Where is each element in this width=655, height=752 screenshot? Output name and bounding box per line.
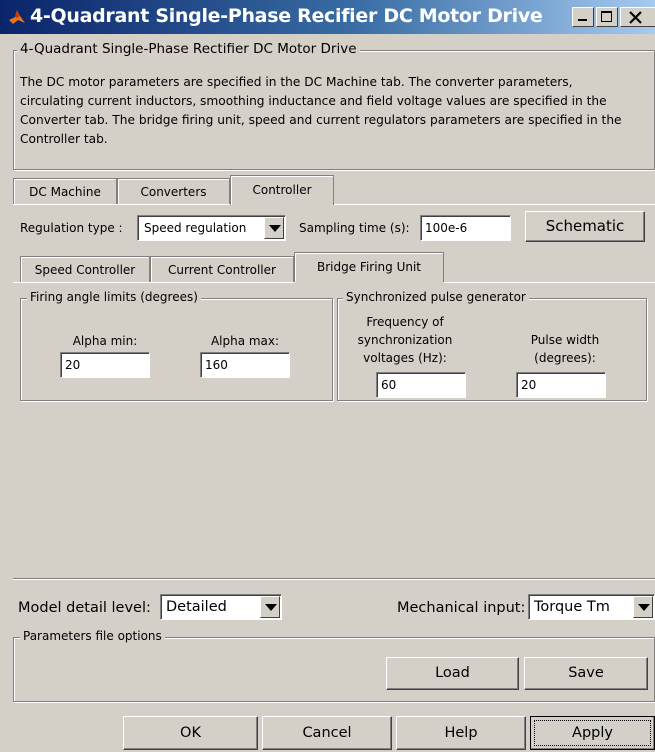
mechanical-input-value: Torque Tm bbox=[534, 599, 610, 615]
window-title: 4-Quadrant Single-Phase Recifier DC Moto… bbox=[30, 5, 543, 27]
mechanical-input-dropdown[interactable]: Torque Tm bbox=[528, 594, 655, 620]
maximize-icon bbox=[601, 11, 612, 22]
pulse-width-field[interactable]: 20 bbox=[516, 372, 606, 398]
title-bar[interactable]: 4-Quadrant Single-Phase Recifier DC Moto… bbox=[0, 0, 655, 34]
close-button[interactable] bbox=[620, 7, 655, 27]
firing-angle-group-label: Firing angle limits (degrees) bbox=[27, 290, 201, 304]
frequency-label-line: Frequency of bbox=[366, 315, 444, 329]
chevron-down-icon[interactable] bbox=[633, 596, 653, 618]
description-line: The DC motor parameters are specified in… bbox=[20, 75, 573, 89]
apply-button[interactable]: Apply bbox=[530, 716, 655, 750]
model-detail-value: Detailed bbox=[166, 599, 227, 615]
pulse-generator-group-label: Synchronized pulse generator bbox=[343, 290, 529, 304]
alpha-max-label: Alpha max: bbox=[210, 334, 280, 348]
chevron-down-icon[interactable] bbox=[264, 217, 284, 239]
regulation-type-dropdown[interactable]: Speed regulation bbox=[137, 215, 286, 241]
description-text: The DC motor parameters are specified in… bbox=[20, 73, 622, 149]
subtab-panel-edge bbox=[13, 282, 294, 283]
subtab-bridge-firing-unit[interactable]: Bridge Firing Unit bbox=[294, 252, 444, 282]
frequency-field[interactable]: 60 bbox=[376, 372, 466, 398]
subtab-current-controller[interactable]: Current Controller bbox=[150, 256, 294, 282]
load-button[interactable]: Load bbox=[386, 657, 519, 690]
tab-converters[interactable]: Converters bbox=[117, 178, 230, 204]
tab-panel-edge bbox=[13, 204, 230, 205]
panel-divider bbox=[13, 578, 655, 580]
close-icon bbox=[629, 11, 642, 24]
tab-controller[interactable]: Controller bbox=[230, 175, 334, 205]
regulation-type-label: Regulation type : bbox=[20, 221, 123, 235]
help-button[interactable]: Help bbox=[396, 716, 526, 750]
sampling-time-field[interactable]: 100e-6 bbox=[420, 215, 511, 241]
maximize-button[interactable] bbox=[596, 7, 618, 27]
subtab-speed-controller[interactable]: Speed Controller bbox=[20, 256, 150, 282]
description-line: Controller tab. bbox=[20, 132, 108, 146]
minimize-icon bbox=[578, 19, 587, 21]
matlab-logo-icon bbox=[9, 10, 25, 24]
description-group-label: 4-Quadrant Single-Phase Rectifier DC Mot… bbox=[17, 41, 360, 57]
sampling-time-label: Sampling time (s): bbox=[299, 221, 410, 235]
parameters-file-group-label: Parameters file options bbox=[20, 629, 165, 643]
alpha-min-field[interactable]: 20 bbox=[60, 352, 150, 378]
ok-button[interactable]: OK bbox=[123, 716, 258, 750]
subtab-panel-edge bbox=[444, 282, 655, 283]
pulse-width-label: Pulse width (degrees): bbox=[510, 331, 620, 367]
tab-panel-edge bbox=[334, 204, 655, 205]
alpha-min-label: Alpha min: bbox=[72, 334, 138, 348]
alpha-max-field[interactable]: 160 bbox=[200, 352, 290, 378]
frequency-label-line: voltages (Hz): bbox=[363, 351, 447, 365]
mechanical-input-label: Mechanical input: bbox=[397, 600, 526, 616]
model-detail-label: Model detail level: bbox=[18, 600, 151, 616]
model-detail-dropdown[interactable]: Detailed bbox=[160, 594, 282, 620]
frequency-label-line: synchronization bbox=[357, 333, 453, 347]
regulation-type-value: Speed regulation bbox=[144, 221, 247, 235]
tab-dc-machine[interactable]: DC Machine bbox=[13, 178, 117, 204]
chevron-down-icon[interactable] bbox=[260, 596, 280, 618]
save-button[interactable]: Save bbox=[524, 657, 648, 690]
minimize-button[interactable] bbox=[572, 7, 594, 27]
pulse-width-label-line: Pulse width bbox=[530, 333, 600, 347]
description-line: circulating current inductors, smoothing… bbox=[20, 94, 607, 108]
pulse-width-label-line: (degrees): bbox=[534, 351, 596, 365]
cancel-button[interactable]: Cancel bbox=[262, 716, 392, 750]
schematic-button[interactable]: Schematic bbox=[525, 211, 645, 242]
firing-angle-group bbox=[20, 298, 333, 401]
frequency-label: Frequency of synchronization voltages (H… bbox=[340, 313, 470, 367]
description-line: Converter tab. The bridge firing unit, s… bbox=[20, 113, 622, 127]
